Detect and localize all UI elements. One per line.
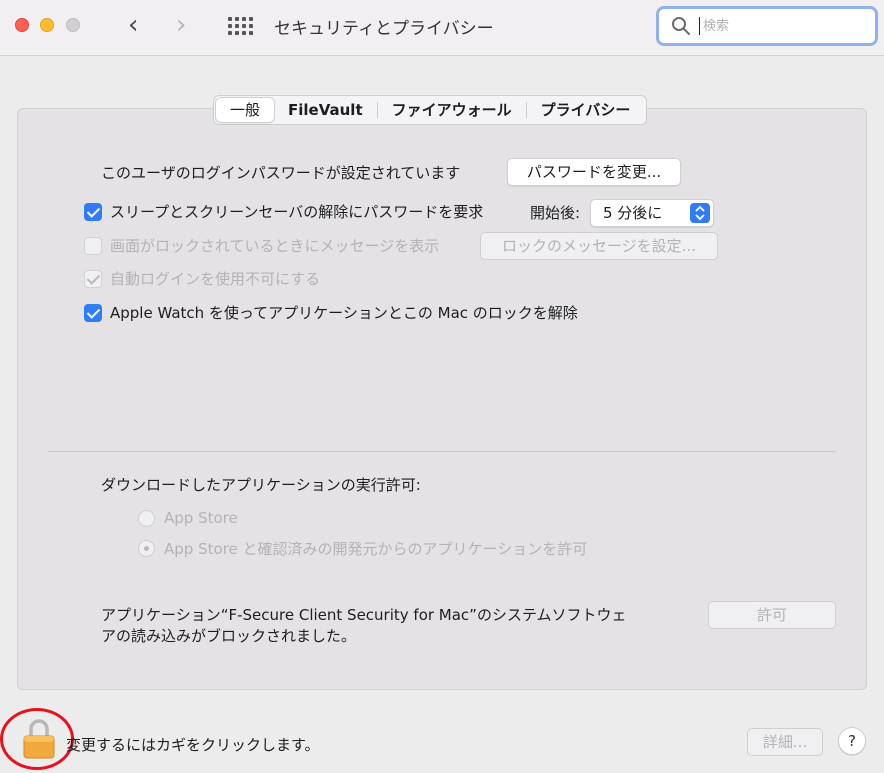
apple-watch-label: Apple Watch を使ってアプリケーションとこの Mac のロックを解除 bbox=[110, 304, 578, 322]
section-divider bbox=[48, 451, 836, 452]
app-store-label: App Store bbox=[164, 509, 238, 527]
disable-auto-login-checkbox[interactable] bbox=[84, 269, 102, 288]
disable-auto-login-row[interactable]: 自動ログインを使用不可にする bbox=[84, 268, 320, 289]
show-message-row[interactable]: 画面がロックされているときにメッセージを表示 bbox=[84, 235, 439, 256]
apple-watch-row[interactable]: Apple Watch を使ってアプリケーションとこの Mac のロックを解除 bbox=[84, 302, 578, 323]
app-store-identified-radio[interactable] bbox=[138, 540, 155, 557]
search-field[interactable] bbox=[656, 6, 878, 46]
radio-option-app-store-identified[interactable]: App Store と確認済みの開発元からのアプリケーションを許可 bbox=[138, 538, 587, 559]
tab-general[interactable]: 一般 bbox=[216, 98, 275, 122]
require-password-row[interactable]: スリープとスクリーンセーバの解除にパスワードを要求 bbox=[84, 201, 483, 222]
tab-privacy[interactable]: プライバシー bbox=[527, 98, 645, 122]
window-title: セキュリティとプライバシー bbox=[274, 19, 494, 39]
show-message-checkbox[interactable] bbox=[84, 236, 102, 255]
highlight-circle bbox=[0, 708, 74, 770]
tab-firewall[interactable]: ファイアウォール bbox=[378, 98, 526, 122]
close-window-button[interactable] bbox=[15, 18, 29, 32]
advanced-button[interactable]: 詳細... bbox=[747, 728, 823, 756]
tab-filevault[interactable]: FileVault bbox=[274, 98, 377, 122]
zoom-window-button[interactable] bbox=[66, 18, 80, 32]
search-icon bbox=[672, 17, 690, 35]
allow-button[interactable]: 許可 bbox=[708, 601, 836, 629]
set-lock-message-button[interactable]: ロックのメッセージを設定... bbox=[480, 232, 718, 260]
text-caret bbox=[699, 17, 700, 35]
blocked-message-line1: アプリケーション“F-Secure Client Security for Ma… bbox=[101, 606, 627, 624]
tab-bar: 一般 FileVault ファイアウォール プライバシー bbox=[213, 95, 648, 125]
start-after-value: 5 分後に bbox=[603, 204, 663, 222]
search-input[interactable] bbox=[703, 14, 863, 38]
up-down-chevron-icon bbox=[690, 203, 710, 223]
show-all-grid-icon[interactable] bbox=[228, 17, 253, 39]
minimize-window-button[interactable] bbox=[40, 18, 54, 32]
app-store-identified-label: App Store と確認済みの開発元からのアプリケーションを許可 bbox=[164, 540, 588, 558]
require-password-label: スリープとスクリーンセーバの解除にパスワードを要求 bbox=[110, 203, 484, 221]
show-message-label: 画面がロックされているときにメッセージを表示 bbox=[110, 237, 440, 255]
lock-hint-text: 変更するにはカギをクリックします。 bbox=[66, 736, 320, 754]
start-after-select[interactable]: 5 分後に bbox=[590, 199, 714, 227]
back-arrow-icon[interactable]: ‹ bbox=[128, 10, 138, 40]
forward-arrow-icon[interactable]: › bbox=[176, 10, 186, 40]
change-password-button[interactable]: パスワードを変更... bbox=[507, 158, 681, 186]
title-bar: ‹ › セキュリティとプライバシー bbox=[0, 0, 884, 56]
download-permission-heading: ダウンロードしたアプリケーションの実行許可: bbox=[101, 476, 421, 494]
apple-watch-checkbox[interactable] bbox=[84, 303, 102, 322]
login-password-status: このユーザのログインパスワードが設定されています bbox=[101, 164, 461, 182]
radio-option-app-store[interactable]: App Store bbox=[138, 509, 238, 527]
require-password-checkbox[interactable] bbox=[84, 202, 102, 221]
blocked-message-line2: アの読み込みがブロックされました。 bbox=[101, 627, 357, 645]
app-store-radio[interactable] bbox=[138, 509, 155, 527]
help-button[interactable]: ? bbox=[838, 727, 866, 755]
disable-auto-login-label: 自動ログインを使用不可にする bbox=[110, 270, 321, 288]
start-after-label: 開始後: bbox=[530, 204, 581, 222]
